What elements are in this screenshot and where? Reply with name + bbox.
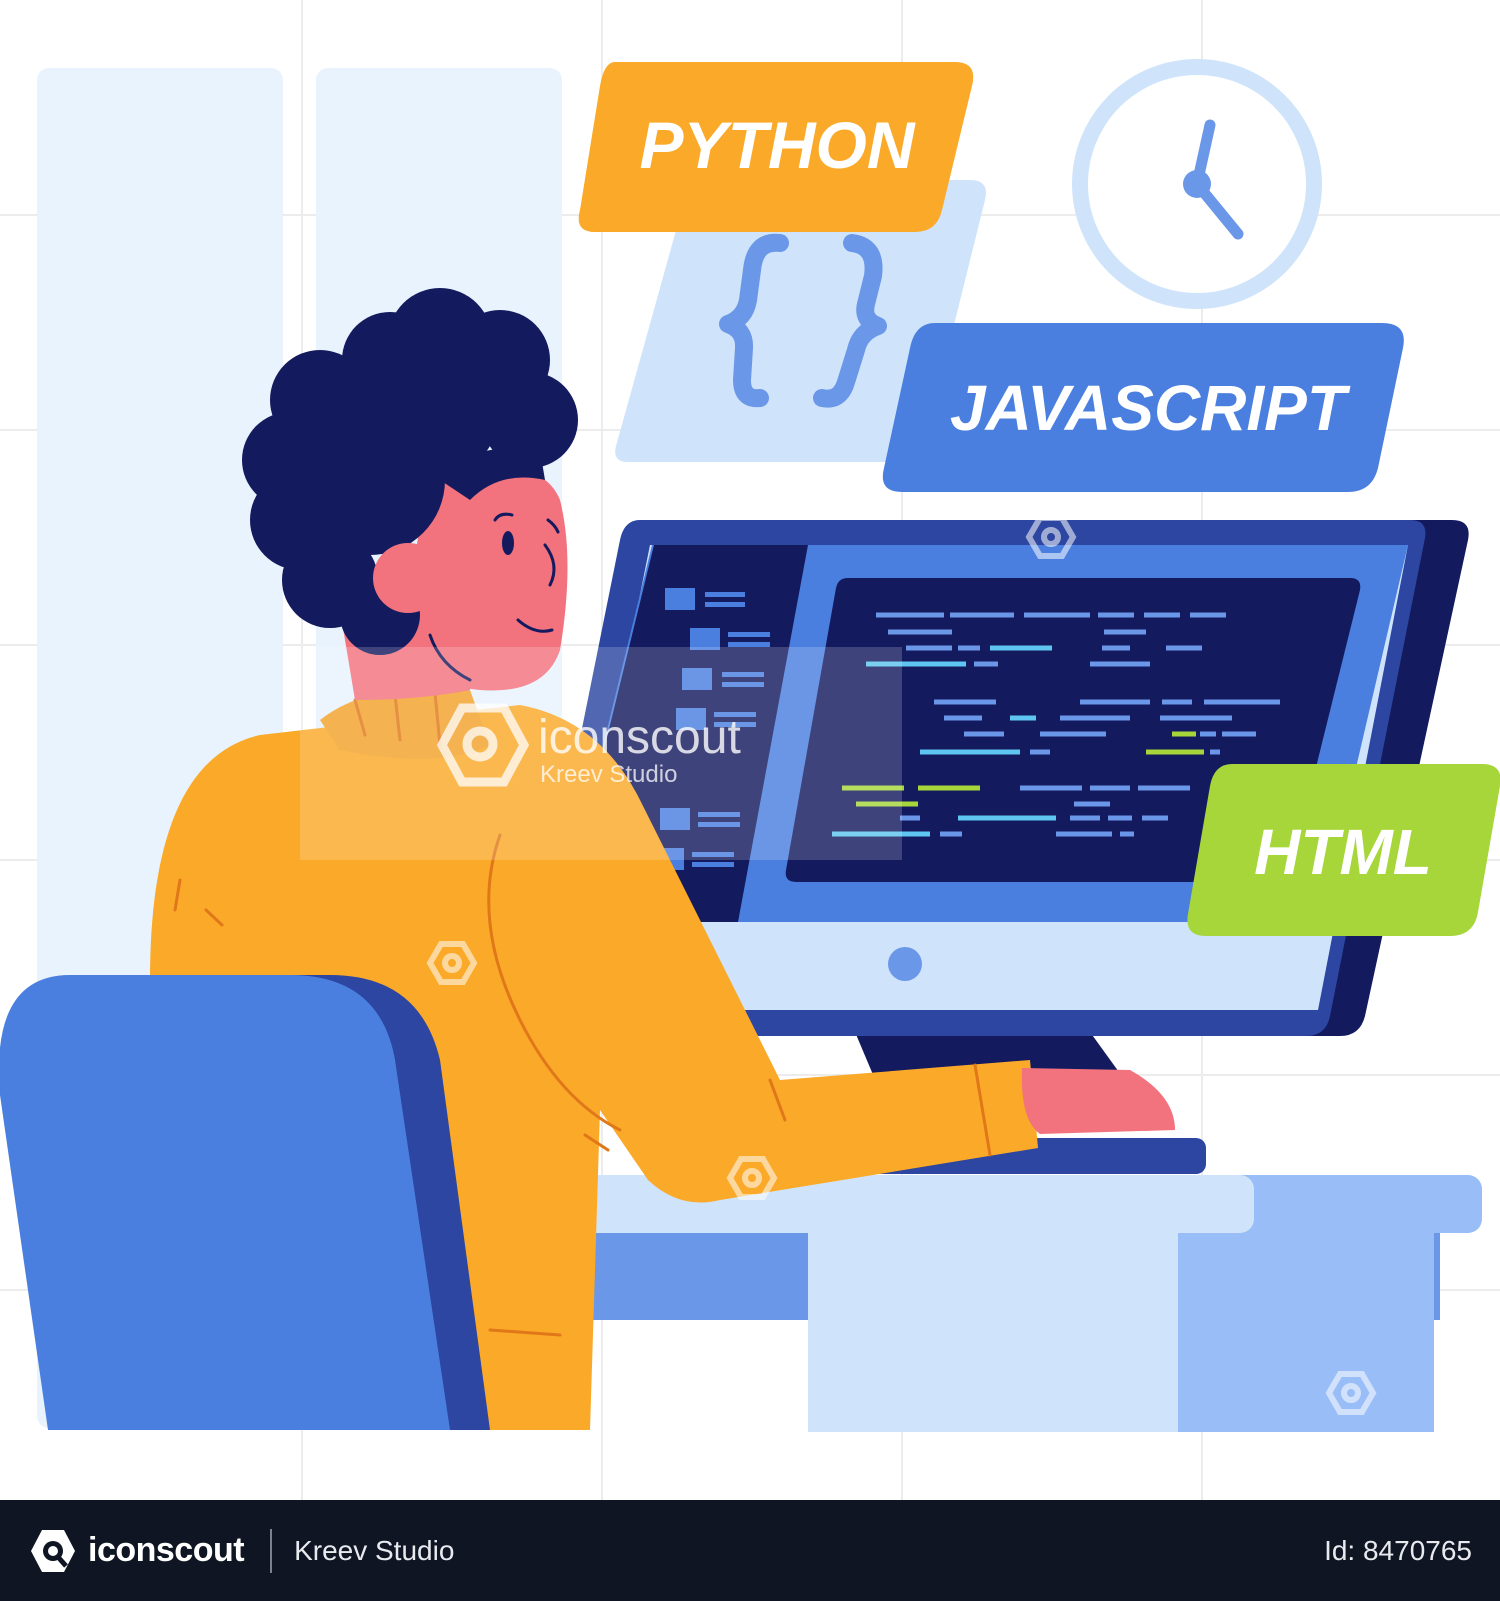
footer-author[interactable]: Kreev Studio <box>294 1535 454 1567</box>
footer-bar: iconscout Kreev Studio Id: 8470765 <box>0 1500 1500 1601</box>
python-tag-label: PYTHON <box>639 108 915 182</box>
clock-icon <box>1072 59 1322 309</box>
chair <box>0 975 490 1430</box>
python-tag: PYTHON <box>578 62 974 232</box>
illustration: PYTHON JAVASCRIPT HTML iconscout Kreev S… <box>0 0 1500 1500</box>
footer-brand: iconscout <box>88 1531 245 1569</box>
iconscout-logo-icon <box>31 1529 75 1572</box>
html-tag: HTML <box>1187 764 1500 936</box>
javascript-tag: JAVASCRIPT <box>882 323 1404 492</box>
watermark-brand: iconscout <box>538 711 741 764</box>
html-tag-label: HTML <box>1254 816 1432 888</box>
javascript-tag-label: JAVASCRIPT <box>950 372 1351 444</box>
footer-logo[interactable]: iconscout <box>28 1526 245 1576</box>
footer-asset-id: Id: 8470765 <box>1324 1534 1472 1566</box>
watermark-author: Kreev Studio <box>540 761 677 788</box>
footer-divider <box>270 1528 273 1573</box>
